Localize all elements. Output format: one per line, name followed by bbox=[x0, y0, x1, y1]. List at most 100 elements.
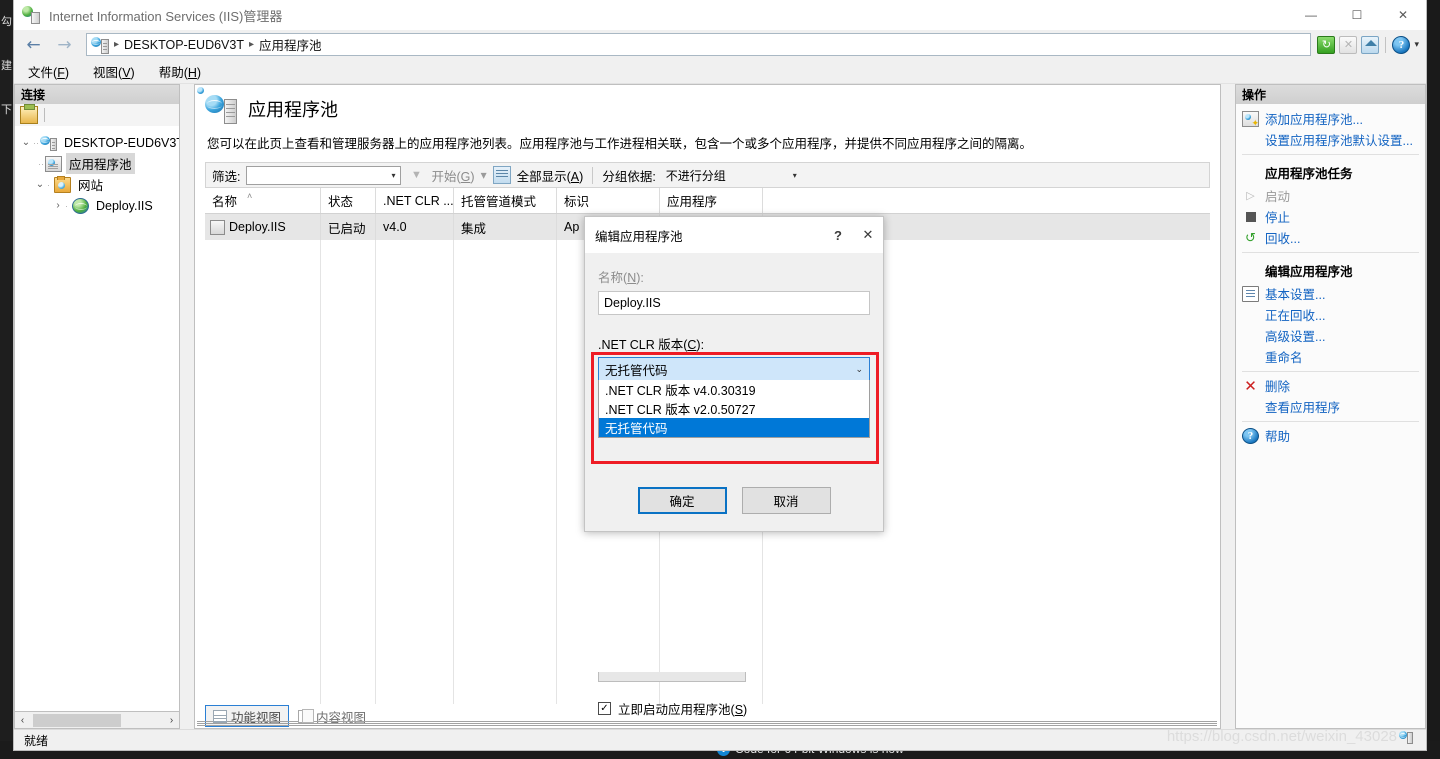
background-window-left-strip: 勾 建 下 bbox=[0, 0, 13, 759]
breadcrumb-item-server[interactable]: DESKTOP-EUD6V3T bbox=[124, 38, 244, 52]
home-icon[interactable] bbox=[1361, 35, 1380, 54]
menu-file[interactable]: 文件(F) bbox=[28, 62, 69, 81]
connections-tree[interactable]: ⌄ ·· DESKTOP-EUD6V3T ··· 应用程序池 ⌄ · 网站 › … bbox=[14, 126, 180, 712]
chevron-down-icon[interactable]: ▾ bbox=[1414, 39, 1419, 50]
iis-site-icon bbox=[91, 36, 109, 54]
show-all-icon[interactable] bbox=[492, 166, 511, 185]
action-help[interactable]: ? 帮助 bbox=[1236, 425, 1425, 446]
cell-pipeline-mode: 集成 bbox=[454, 214, 557, 241]
ok-button[interactable]: 确定 bbox=[637, 487, 727, 514]
menu-help[interactable]: 帮助(H) bbox=[159, 62, 201, 81]
start-filter-button[interactable]: 开始(G) bbox=[431, 166, 474, 185]
refresh-icon[interactable]: ↻ bbox=[1317, 35, 1336, 54]
scroll-right-arrow-icon[interactable]: › bbox=[164, 715, 179, 726]
action-add-app-pool[interactable]: 添加应用程序池... bbox=[1236, 108, 1425, 129]
action-delete[interactable]: ✕ 删除 bbox=[1236, 375, 1425, 396]
actions-divider bbox=[1242, 252, 1419, 253]
action-basic-settings-label: 基本设置... bbox=[1265, 288, 1326, 302]
maximize-button[interactable]: ☐ bbox=[1334, 0, 1380, 30]
connections-horizontal-scrollbar[interactable]: ‹ › bbox=[14, 712, 180, 729]
actions-header: 操作 bbox=[1235, 84, 1426, 104]
menu-help-label: 帮助 bbox=[158, 65, 184, 80]
back-button[interactable]: ← bbox=[18, 33, 49, 57]
breadcrumb-separator-1: ▸ bbox=[114, 39, 120, 50]
name-field-accel: N bbox=[627, 271, 637, 285]
filter-input[interactable]: ▾ bbox=[246, 165, 402, 185]
tree-item-server[interactable]: ⌄ ·· DESKTOP-EUD6V3T bbox=[15, 132, 179, 153]
help-icon[interactable]: ? bbox=[1392, 35, 1411, 54]
show-all-button[interactable]: 全部显示(A) bbox=[517, 166, 584, 185]
menu-view-accel: V bbox=[122, 65, 131, 80]
action-set-app-pool-defaults[interactable]: 设置应用程序池默认设置... bbox=[1236, 129, 1425, 150]
address-bar-toolbar: ↻ ✕ ? ▾ bbox=[1317, 35, 1422, 54]
menu-file-label: 文件 bbox=[28, 65, 54, 80]
breadcrumb-item-app-pools[interactable]: 应用程序池 bbox=[259, 35, 322, 54]
tab-features-view-label: 功能视图 bbox=[231, 710, 282, 725]
column-header-identity[interactable]: 标识 bbox=[557, 188, 660, 214]
clr-version-dropdown-list[interactable]: .NET CLR 版本 v4.0.30319 .NET CLR 版本 v2.0.… bbox=[598, 380, 870, 438]
chevron-down-icon[interactable]: ▾ bbox=[481, 168, 487, 182]
status-bar: 就绪 https://blog.csdn.net/weixin_43028 bbox=[14, 728, 1426, 750]
action-set-app-pool-defaults-label: 设置应用程序池默认设置... bbox=[1265, 134, 1413, 148]
actions-list: 添加应用程序池... 设置应用程序池默认设置... 应用程序池任务 ▷ 启动 停… bbox=[1235, 104, 1426, 729]
column-header-name[interactable]: 名称 ˄ bbox=[205, 188, 321, 214]
action-advanced-settings[interactable]: 高级设置... bbox=[1236, 325, 1425, 346]
name-input[interactable]: Deploy.IIS bbox=[598, 291, 870, 315]
action-recycle[interactable]: ↺ 回收... bbox=[1236, 227, 1425, 248]
delete-icon: ✕ bbox=[1244, 377, 1257, 395]
start-app-pool-label-text: 立即启动应用程序池 bbox=[618, 703, 731, 717]
column-header-clr-version[interactable]: .NET CLR ... bbox=[376, 188, 454, 214]
stop-icon[interactable]: ✕ bbox=[1339, 35, 1358, 54]
column-header-name-label: 名称 bbox=[212, 195, 238, 210]
actions-pane: 操作 添加应用程序池... 设置应用程序池默认设置... 应用程序池任务 ▷ 启… bbox=[1221, 84, 1426, 729]
sidebar-item-website-label: Deploy.IIS bbox=[96, 198, 153, 213]
open-folder-icon[interactable] bbox=[20, 104, 38, 124]
sidebar-item-sites[interactable]: ⌄ · 网站 bbox=[15, 174, 179, 195]
tab-features-view[interactable]: 功能视图 bbox=[205, 705, 290, 727]
breadcrumb[interactable]: ▸ DESKTOP-EUD6V3T ▸ 应用程序池 bbox=[86, 33, 1312, 56]
action-rename[interactable]: 重命名 bbox=[1236, 346, 1425, 367]
scrollbar-thumb[interactable] bbox=[33, 713, 121, 727]
column-header-status[interactable]: 状态 bbox=[321, 188, 376, 214]
start-app-pool-checkbox-label: 立即启动应用程序池(S) bbox=[618, 703, 748, 717]
action-delete-label: 删除 bbox=[1265, 380, 1291, 394]
clr-version-select[interactable]: 无托管代码 ⌄ bbox=[598, 357, 870, 381]
action-start[interactable]: ▷ 启动 bbox=[1236, 185, 1425, 206]
chevron-down-icon[interactable]: ▾ bbox=[790, 171, 800, 180]
action-view-applications[interactable]: 查看应用程序 bbox=[1236, 396, 1425, 417]
forward-button[interactable]: → bbox=[49, 33, 80, 57]
sidebar-item-app-pools[interactable]: ··· 应用程序池 bbox=[15, 153, 179, 174]
start-app-pool-accel: S bbox=[734, 703, 744, 717]
clr-option-v2[interactable]: .NET CLR 版本 v2.0.50727 bbox=[599, 399, 869, 418]
cell-name[interactable]: Deploy.IIS bbox=[205, 214, 321, 241]
sidebar-item-website[interactable]: › · Deploy.IIS bbox=[15, 195, 179, 216]
column-header-pipeline-mode[interactable]: 托管管道模式 bbox=[454, 188, 557, 214]
checkbox-checkmark-icon[interactable]: ✓ bbox=[598, 702, 611, 715]
group-by-select[interactable]: 不进行分组 ▾ bbox=[662, 166, 802, 185]
chevron-right-icon[interactable]: › bbox=[51, 200, 65, 211]
toolbar-divider bbox=[44, 108, 45, 122]
status-text: 就绪 bbox=[24, 733, 49, 748]
column-header-applications[interactable]: 应用程序 bbox=[660, 188, 763, 214]
chevron-down-icon[interactable]: ⌄ bbox=[19, 137, 33, 148]
clr-option-v4[interactable]: .NET CLR 版本 v4.0.30319 bbox=[599, 380, 869, 399]
cancel-button[interactable]: 取消 bbox=[741, 487, 831, 514]
action-stop[interactable]: 停止 bbox=[1236, 206, 1425, 227]
toolbar-divider bbox=[1385, 36, 1387, 53]
chevron-down-icon[interactable]: ⌄ bbox=[33, 179, 47, 190]
scroll-left-arrow-icon[interactable]: ‹ bbox=[15, 715, 30, 726]
action-recycling[interactable]: 正在回收... bbox=[1236, 304, 1425, 325]
start-app-pool-checkbox[interactable]: ✓ 立即启动应用程序池(S) bbox=[598, 699, 747, 718]
action-basic-settings[interactable]: 基本设置... bbox=[1236, 283, 1425, 304]
dialog-close-button[interactable]: ✕ bbox=[853, 220, 883, 250]
tab-content-view[interactable]: 内容视图 bbox=[291, 705, 373, 727]
clr-option-no-managed-code[interactable]: 无托管代码 bbox=[599, 418, 869, 437]
menu-file-accel: F bbox=[57, 65, 65, 80]
minimize-button[interactable]: — bbox=[1288, 0, 1334, 30]
scrollbar-track[interactable] bbox=[30, 713, 164, 727]
dialog-help-button[interactable]: ? bbox=[823, 220, 853, 250]
close-button[interactable]: ✕ bbox=[1380, 0, 1426, 30]
menu-view[interactable]: 视图(V) bbox=[93, 62, 135, 81]
bg-char-1: 勾 bbox=[1, 16, 12, 28]
chevron-down-icon[interactable]: ▾ bbox=[388, 171, 398, 180]
